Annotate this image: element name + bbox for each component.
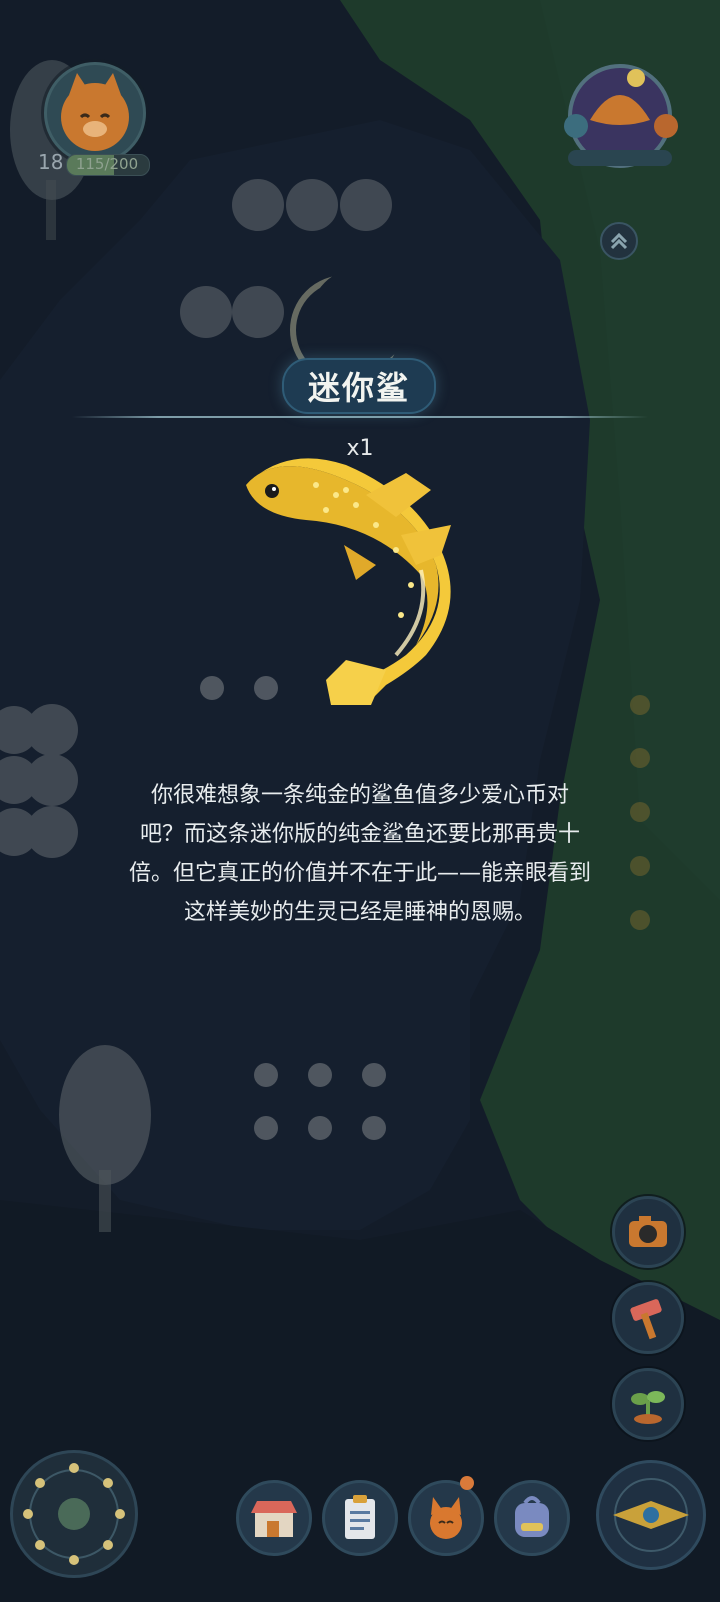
item-name: 迷你鲨: [307, 369, 410, 407]
camera-icon: [629, 1216, 667, 1247]
shop-icon: [251, 1501, 297, 1537]
compass-icon: [613, 1478, 689, 1552]
shop-button[interactable]: [236, 1480, 312, 1556]
golden-mini-shark-image: [246, 458, 451, 705]
xp-text: 115/200: [75, 155, 139, 173]
weather-emblem[interactable]: [560, 60, 680, 170]
plant-button[interactable]: [612, 1368, 684, 1440]
fan-weather-icon: [564, 64, 678, 168]
player-level: 18: [38, 150, 64, 174]
pets-notification-badge: [460, 1476, 474, 1490]
build-button[interactable]: [612, 1282, 684, 1354]
backpack-icon: [515, 1496, 549, 1537]
cat-avatar-icon: [61, 73, 129, 151]
chevron-up-icon: [610, 232, 628, 250]
sprout-icon: [631, 1391, 665, 1424]
camera-button[interactable]: [612, 1196, 684, 1268]
collapse-button[interactable]: [600, 222, 638, 260]
pets-button[interactable]: [408, 1480, 484, 1556]
title-divider: [72, 416, 648, 418]
item-title-badge: 迷你鲨: [282, 358, 436, 414]
moon-dial-icon: [23, 1463, 125, 1565]
tasks-button[interactable]: [322, 1480, 398, 1556]
compass-button[interactable]: [596, 1460, 706, 1570]
bag-button[interactable]: [494, 1480, 570, 1556]
clipboard-icon: [345, 1495, 375, 1539]
player-avatar[interactable]: [44, 62, 146, 164]
item-description: 你很难想象一条纯金的鲨鱼值多少爱心币对 吧？而这条迷你版的纯金鲨鱼还要比那再贵十…: [128, 783, 591, 925]
moon-phase-dial[interactable]: [10, 1450, 138, 1578]
fox-icon: [430, 1497, 462, 1539]
hammer-icon: [630, 1299, 662, 1340]
